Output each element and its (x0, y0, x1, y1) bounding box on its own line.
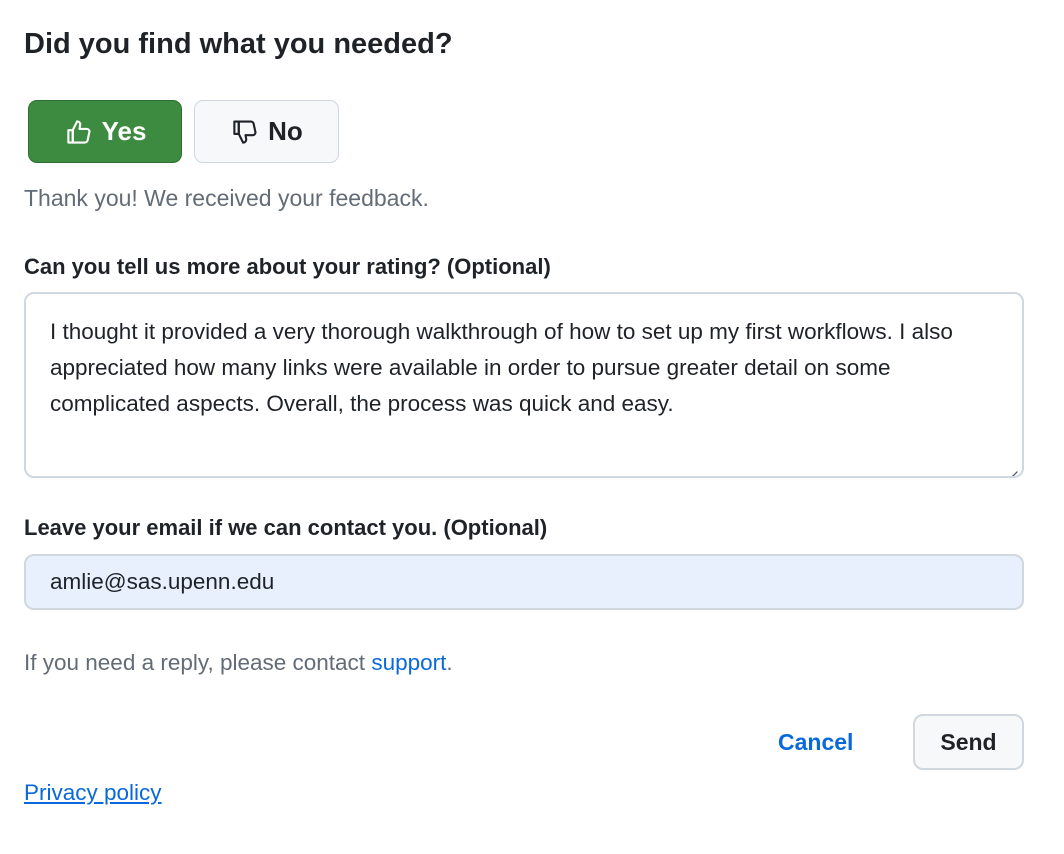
privacy-policy-link[interactable]: Privacy policy (24, 780, 162, 806)
rating-text: I thought it provided a very thorough wa… (50, 319, 953, 416)
no-button[interactable]: No (194, 100, 339, 163)
email-field-label: Leave your email if we can contact you. … (24, 515, 548, 540)
email-value: amlie@sas.upenn.edu (50, 569, 275, 594)
yes-label: Yes (101, 116, 147, 146)
feedback-title: Did you find what you needed? (24, 28, 453, 60)
resize-handle-icon[interactable] (1004, 458, 1018, 476)
yes-button[interactable]: Yes (28, 100, 182, 163)
rating-textarea[interactable]: I thought it provided a very thorough wa… (24, 292, 1024, 478)
email-input[interactable]: amlie@sas.upenn.edu (24, 554, 1024, 610)
thumbs-down-icon (230, 117, 260, 147)
thanks-message: Thank you! We received your feedback. (24, 185, 429, 211)
reply-suffix: . (446, 650, 453, 675)
vote-buttons: Yes No (28, 100, 339, 163)
support-link[interactable]: support (371, 650, 446, 675)
reply-note: If you need a reply, please contact supp… (24, 650, 453, 676)
no-label: No (268, 116, 303, 146)
reply-prefix: If you need a reply, please contact (24, 650, 372, 675)
rating-field-label: Can you tell us more about your rating? … (24, 254, 551, 279)
cancel-button[interactable]: Cancel (778, 729, 853, 756)
send-button[interactable]: Send (913, 714, 1024, 770)
thumbs-up-icon (64, 117, 94, 147)
